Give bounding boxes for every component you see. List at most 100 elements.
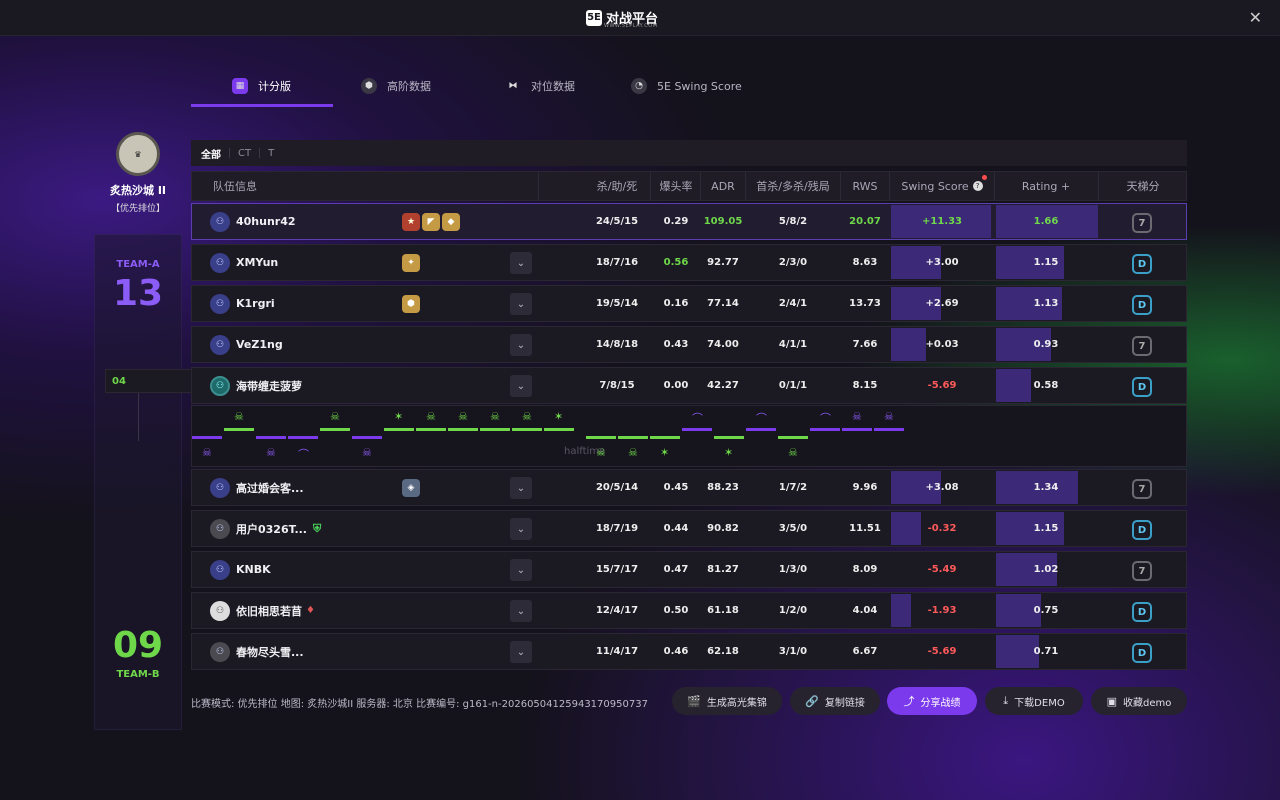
tab-versus-data[interactable]: ⧓ 对位数据: [431, 66, 576, 106]
header-swing-score[interactable]: Swing Score ?: [891, 172, 993, 200]
player-row[interactable]: ⚇ VeZ1ng ⌄ 14/8/18 0.43 74.00 4/1/1 7.66…: [191, 326, 1187, 363]
favorite-demo-button[interactable]: ▣ 收藏demo: [1091, 687, 1187, 715]
expand-chevron-down-icon[interactable]: ⌄: [510, 375, 532, 397]
player-name[interactable]: 依旧相思若苜: [236, 603, 302, 619]
round-result-marker[interactable]: [256, 436, 286, 439]
round-result-marker[interactable]: [320, 428, 350, 431]
player-row[interactable]: ⚇ K1rgri ⬢ ⌄ 19/5/14 0.16 77.14 2/4/1 13…: [191, 285, 1187, 322]
ladder-rank-icon[interactable]: D: [1132, 295, 1152, 315]
expand-chevron-down-icon[interactable]: ⌄: [510, 600, 532, 622]
player-row[interactable]: ⚇ 春物尽头雪... ⌄ 11/4/17 0.46 62.18 3/1/0 6.…: [191, 633, 1187, 670]
header-headshot-rate[interactable]: 爆头率: [652, 172, 700, 200]
player-name[interactable]: VeZ1ng: [236, 338, 283, 351]
player-avatar[interactable]: ⚇: [210, 335, 230, 355]
player-row[interactable]: ⚇ 40hunr42 ★ ◤ ◆ 24/5/15 0.29 109.05 5/8/2…: [191, 203, 1187, 240]
player-name[interactable]: 40hunr42: [236, 215, 296, 228]
round-result-marker[interactable]: [746, 428, 776, 431]
generate-highlights-button[interactable]: 🎬 生成高光集锦: [672, 687, 782, 715]
player-row[interactable]: ⚇ 依旧相思若苜 ♦ ⌄ 12/4/17 0.50 61.18 1/2/0 4.0…: [191, 592, 1187, 629]
header-rating[interactable]: Rating +: [996, 172, 1096, 200]
round-result-marker[interactable]: [682, 428, 712, 431]
round-result-marker[interactable]: [778, 436, 808, 439]
ladder-rank-icon[interactable]: D: [1132, 602, 1152, 622]
player-avatar[interactable]: ⚇: [210, 642, 230, 662]
player-row[interactable]: ⚇ 海带缠走菠萝 ⌄ 7/8/15 0.00 42.27 0/1/1 8.15 …: [191, 367, 1187, 404]
ladder-rank-icon[interactable]: 7: [1132, 561, 1152, 581]
ladder-rank-icon[interactable]: 7: [1132, 336, 1152, 356]
player-name-wrap[interactable]: KNBK: [236, 552, 271, 587]
player-name[interactable]: 高过婚会客...: [236, 480, 304, 496]
round-result-marker[interactable]: [352, 436, 382, 439]
player-avatar[interactable]: ⚇: [210, 560, 230, 580]
player-name-wrap[interactable]: 用户0326T... ⛨: [236, 511, 321, 546]
player-name[interactable]: 春物尽头雪...: [236, 644, 304, 660]
player-avatar[interactable]: ⚇: [210, 519, 230, 539]
filter-all[interactable]: 全部: [201, 146, 221, 161]
ladder-rank-icon[interactable]: 7: [1132, 213, 1152, 233]
round-result-marker[interactable]: [714, 436, 744, 439]
round-result-marker[interactable]: [224, 428, 254, 431]
player-avatar[interactable]: ⚇: [210, 212, 230, 232]
ladder-rank-icon[interactable]: D: [1132, 520, 1152, 540]
round-result-marker[interactable]: [416, 428, 446, 431]
player-avatar[interactable]: ⚇: [210, 253, 230, 273]
player-name[interactable]: KNBK: [236, 563, 271, 576]
round-result-marker[interactable]: [586, 436, 616, 439]
ladder-rank-icon[interactable]: D: [1132, 643, 1152, 663]
round-result-marker[interactable]: [480, 428, 510, 431]
player-name-wrap[interactable]: 海带缠走菠萝: [236, 368, 302, 403]
copy-link-button[interactable]: 🔗 复制链接: [790, 687, 880, 715]
round-result-marker[interactable]: [810, 428, 840, 431]
player-name[interactable]: 用户0326T...: [236, 521, 307, 537]
round-result-marker[interactable]: [512, 428, 542, 431]
round-result-marker[interactable]: [384, 428, 414, 431]
expand-chevron-down-icon[interactable]: ⌄: [510, 477, 532, 499]
player-name-wrap[interactable]: XMYun: [236, 245, 278, 280]
player-avatar[interactable]: ⚇: [210, 478, 230, 498]
download-demo-button[interactable]: ⤓ 下载DEMO: [985, 687, 1083, 715]
tab-advanced-data[interactable]: ⬢ 高阶数据: [291, 66, 431, 106]
player-row[interactable]: ⚇ XMYun ✦ ⌄ 18/7/16 0.56 92.77 2/3/0 8.6…: [191, 244, 1187, 281]
round-result-marker[interactable]: [874, 428, 904, 431]
player-avatar[interactable]: ⚇: [210, 294, 230, 314]
round-result-marker[interactable]: [618, 436, 648, 439]
expand-chevron-down-icon[interactable]: ⌄: [510, 252, 532, 274]
player-name-wrap[interactable]: K1rgri: [236, 286, 275, 321]
header-entry-multi-clutch[interactable]: 首杀/多杀/残局: [747, 172, 839, 200]
ladder-rank-icon[interactable]: D: [1132, 377, 1152, 397]
player-name-wrap[interactable]: 高过婚会客...: [236, 470, 304, 505]
player-row[interactable]: ⚇ 用户0326T... ⛨ ⌄ 18/7/19 0.44 90.82 3/5/0…: [191, 510, 1187, 547]
help-icon[interactable]: ?: [972, 181, 983, 191]
round-result-marker[interactable]: [842, 428, 872, 431]
ladder-rank-icon[interactable]: 7: [1132, 479, 1152, 499]
player-name-wrap[interactable]: VeZ1ng: [236, 327, 283, 362]
expand-chevron-down-icon[interactable]: ⌄: [510, 518, 532, 540]
header-adr[interactable]: ADR: [702, 172, 744, 200]
round-result-marker[interactable]: [192, 436, 222, 439]
filter-ct[interactable]: CT: [238, 148, 251, 159]
player-row[interactable]: ⚇ KNBK ⌄ 15/7/17 0.47 81.27 1/3/0 8.09 -…: [191, 551, 1187, 588]
player-name[interactable]: 海带缠走菠萝: [236, 378, 302, 394]
ladder-rank-icon[interactable]: D: [1132, 254, 1152, 274]
round-result-marker[interactable]: [544, 428, 574, 431]
expand-chevron-down-icon[interactable]: ⌄: [510, 641, 532, 663]
round-result-marker[interactable]: [288, 436, 318, 439]
expand-chevron-down-icon[interactable]: ⌄: [510, 559, 532, 581]
expand-chevron-down-icon[interactable]: ⌄: [510, 293, 532, 315]
share-results-button[interactable]: ⤴ 分享战绩: [887, 687, 977, 715]
round-result-marker[interactable]: [650, 436, 680, 439]
close-window-icon[interactable]: ✕: [1249, 8, 1262, 27]
player-avatar[interactable]: ⚇: [210, 376, 230, 396]
header-ladder[interactable]: 天梯分: [1100, 172, 1186, 200]
filter-t[interactable]: T: [268, 148, 274, 159]
player-name-wrap[interactable]: 春物尽头雪...: [236, 634, 304, 669]
player-name[interactable]: XMYun: [236, 256, 278, 269]
player-row[interactable]: ⚇ 高过婚会客... ◈ ⌄ 20/5/14 0.45 88.23 1/7/2 …: [191, 469, 1187, 506]
tab-scoreboard[interactable]: ▦ 计分版: [190, 66, 291, 106]
header-kda[interactable]: 杀/助/死: [588, 172, 646, 200]
player-name[interactable]: K1rgri: [236, 297, 275, 310]
tab-swing-score[interactable]: ◔ 5E Swing Score: [575, 66, 742, 106]
player-avatar[interactable]: ⚇: [210, 601, 230, 621]
round-result-marker[interactable]: [448, 428, 478, 431]
header-rws[interactable]: RWS: [842, 172, 888, 200]
